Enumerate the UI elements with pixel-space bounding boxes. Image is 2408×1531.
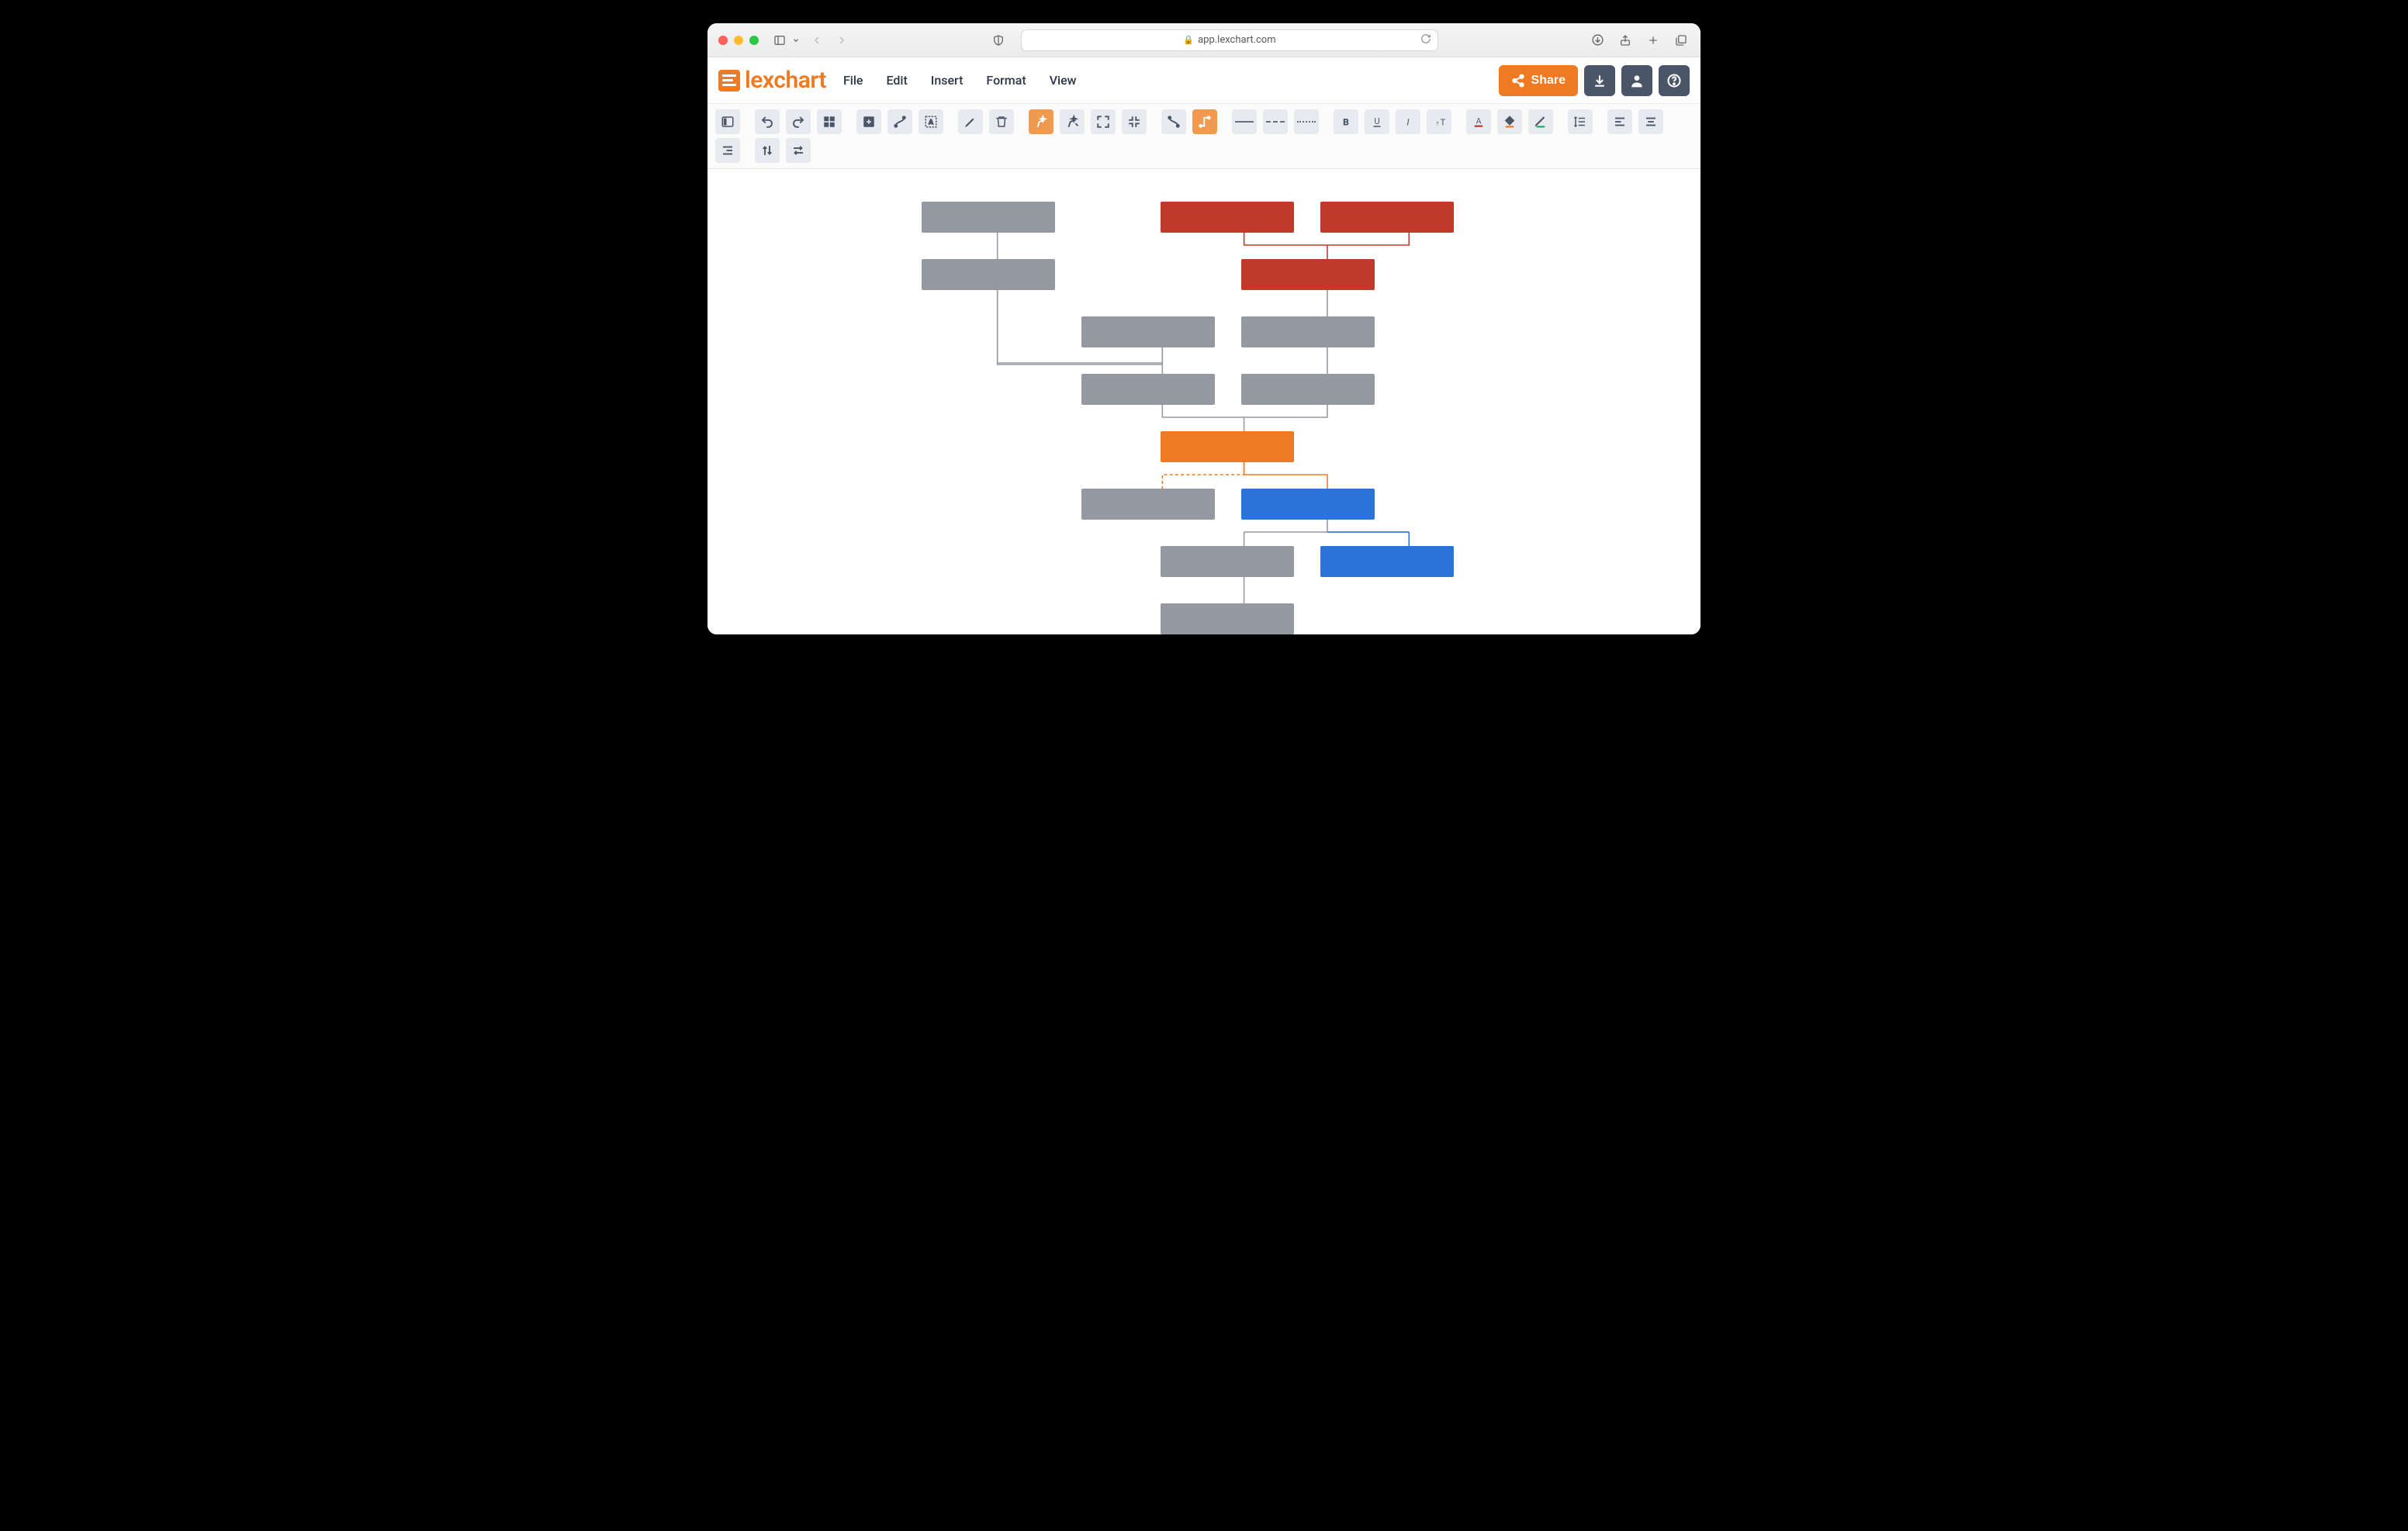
app-logo[interactable]: lexchart (718, 67, 826, 94)
share-icon (1511, 74, 1525, 88)
download-icon (1592, 73, 1607, 88)
menu-view[interactable]: View (1050, 73, 1077, 88)
new-tab-icon[interactable] (1645, 32, 1662, 49)
align-center-button[interactable] (1638, 109, 1663, 134)
lock-icon: 🔒 (1183, 35, 1194, 45)
svg-text:B: B (1343, 117, 1349, 128)
reload-icon[interactable] (1420, 33, 1431, 47)
grid-button[interactable] (817, 109, 842, 134)
text-color-button[interactable]: A (1466, 109, 1491, 134)
chart-canvas[interactable] (708, 169, 1700, 634)
url-bar[interactable]: 🔒 app.lexchart.com (1021, 29, 1438, 51)
menu-format[interactable]: Format (986, 73, 1026, 88)
share-sheet-icon[interactable] (1617, 32, 1634, 49)
svg-text:U: U (1374, 116, 1379, 126)
chart-node[interactable] (1161, 431, 1294, 462)
chart-node[interactable] (1081, 374, 1215, 405)
expand-button[interactable] (1091, 109, 1116, 134)
fill-color-button[interactable] (1497, 109, 1522, 134)
svg-text:T: T (1436, 122, 1439, 127)
undo-button[interactable] (755, 109, 780, 134)
svg-text:I: I (1406, 117, 1410, 128)
tabs-overview-icon[interactable] (1673, 32, 1690, 49)
collapse-button[interactable] (1122, 109, 1147, 134)
line-spacing-button[interactable] (1568, 109, 1593, 134)
auto-layout-button[interactable] (1029, 109, 1054, 134)
chart-node[interactable] (1241, 316, 1375, 347)
browser-window: 🔒 app.lexchart.com lexchart (708, 23, 1700, 634)
toolbar: A B U I TT A (708, 104, 1700, 169)
line-solid-button[interactable] (1232, 109, 1257, 134)
chart-node[interactable] (1081, 316, 1215, 347)
chart-node[interactable] (1320, 546, 1454, 577)
logo-text: lexchart (745, 67, 826, 94)
nav-forward-button[interactable] (833, 32, 850, 49)
align-right-button[interactable] (715, 138, 740, 163)
add-box-button[interactable] (856, 109, 881, 134)
auto-style-button[interactable] (1060, 109, 1085, 134)
window-controls (718, 36, 759, 45)
browser-titlebar: 🔒 app.lexchart.com (708, 23, 1700, 57)
close-window-button[interactable] (718, 36, 728, 45)
move-up-down-button[interactable] (755, 138, 780, 163)
account-button[interactable] (1621, 65, 1652, 96)
panel-toggle-button[interactable] (715, 109, 740, 134)
app-header: lexchart File Edit Insert Format View Sh… (708, 57, 1700, 104)
border-color-button[interactable] (1528, 109, 1553, 134)
connect-tool-button[interactable] (887, 109, 912, 134)
svg-text:T: T (1441, 118, 1446, 128)
menu-edit[interactable]: Edit (886, 73, 907, 88)
share-button-label: Share (1531, 74, 1566, 88)
url-host: app.lexchart.com (1198, 34, 1276, 46)
download-button[interactable] (1584, 65, 1615, 96)
menu-bar: File Edit Insert Format View (843, 73, 1077, 88)
chart-node[interactable] (1161, 202, 1294, 233)
chart-node[interactable] (1241, 374, 1375, 405)
user-icon (1629, 73, 1645, 88)
line-dashed-button[interactable] (1263, 109, 1288, 134)
menu-insert[interactable]: Insert (931, 73, 964, 88)
help-icon (1666, 73, 1682, 88)
pencil-button[interactable] (958, 109, 983, 134)
svg-text:A: A (929, 119, 933, 126)
swap-horizontal-button[interactable] (786, 138, 811, 163)
horizontal-layout-button[interactable] (1161, 109, 1186, 134)
chart-node[interactable] (1081, 489, 1215, 520)
svg-text:A: A (1476, 116, 1482, 126)
bold-button[interactable]: B (1334, 109, 1358, 134)
chart-node[interactable] (922, 259, 1055, 290)
maximize-window-button[interactable] (749, 36, 759, 45)
help-button[interactable] (1659, 65, 1690, 96)
redo-button[interactable] (786, 109, 811, 134)
text-box-button[interactable]: A (919, 109, 943, 134)
sidebar-dropdown-icon[interactable] (791, 32, 801, 49)
sidebar-toggle-icon[interactable] (771, 32, 788, 49)
chart-node[interactable] (1320, 202, 1454, 233)
chart-node[interactable] (1161, 603, 1294, 634)
chart-node[interactable] (922, 202, 1055, 233)
minimize-window-button[interactable] (734, 36, 743, 45)
privacy-shield-icon[interactable] (990, 32, 1007, 49)
chart-node[interactable] (1241, 259, 1375, 290)
logo-mark-icon (718, 70, 740, 92)
nav-back-button[interactable] (808, 32, 825, 49)
line-dotted-button[interactable] (1294, 109, 1319, 134)
menu-file[interactable]: File (843, 73, 863, 88)
vertical-layout-button[interactable] (1192, 109, 1217, 134)
italic-button[interactable]: I (1396, 109, 1420, 134)
text-size-button[interactable]: TT (1427, 109, 1451, 134)
chart-node[interactable] (1161, 546, 1294, 577)
align-left-button[interactable] (1607, 109, 1632, 134)
downloads-icon[interactable] (1589, 32, 1606, 49)
underline-button[interactable]: U (1365, 109, 1389, 134)
delete-button[interactable] (989, 109, 1014, 134)
chart-node[interactable] (1241, 489, 1375, 520)
share-button[interactable]: Share (1499, 65, 1578, 96)
